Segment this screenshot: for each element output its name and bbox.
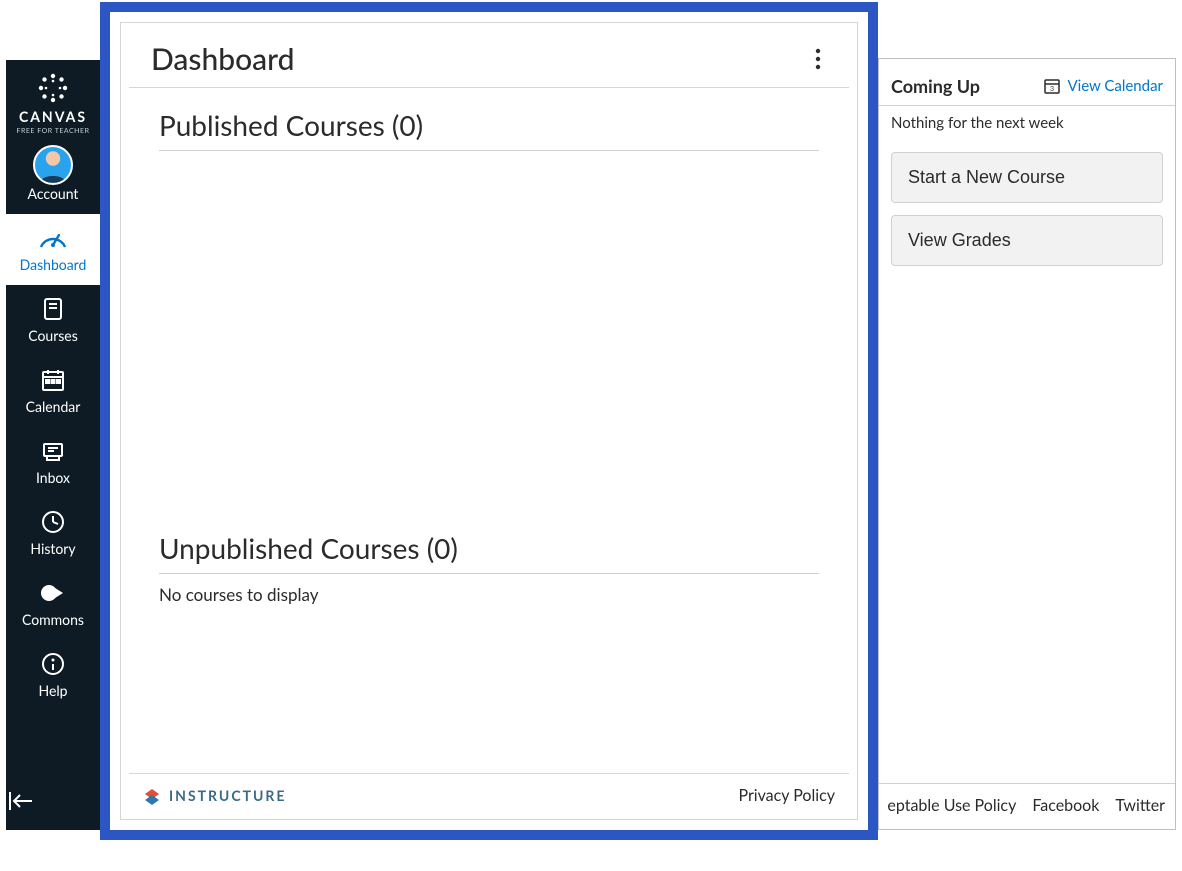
clock-icon: [6, 508, 100, 536]
unpublished-courses-heading: Unpublished Courses (0): [159, 531, 819, 574]
twitter-link[interactable]: Twitter: [1115, 796, 1165, 815]
svg-text:3: 3: [1050, 85, 1054, 93]
nav-courses[interactable]: Courses: [6, 285, 100, 356]
calendar-icon: [6, 366, 100, 394]
nav-help[interactable]: Help: [6, 640, 100, 711]
view-calendar-link[interactable]: 3 View Calendar: [1043, 77, 1163, 95]
inbox-icon: [6, 437, 100, 465]
kebab-icon: [815, 48, 821, 70]
page-title: Dashboard: [151, 41, 294, 77]
dashboard-options-button[interactable]: [809, 42, 827, 76]
dashboard-footer: INSTRUCTURE Privacy Policy: [129, 773, 849, 819]
nav-label: Calendar: [6, 398, 100, 415]
nav-inbox[interactable]: Inbox: [6, 427, 100, 498]
facebook-link[interactable]: Facebook: [1032, 796, 1099, 815]
canvas-logo-text: CANVAS: [17, 108, 90, 125]
dashboard-panel: Dashboard Published Courses (0) Unpublis…: [120, 22, 858, 820]
nav-history[interactable]: History: [6, 498, 100, 569]
nav-label: Help: [6, 682, 100, 699]
instructure-logo[interactable]: INSTRUCTURE: [143, 787, 286, 805]
nav-dashboard[interactable]: Dashboard: [6, 214, 100, 285]
nav-calendar[interactable]: Calendar: [6, 356, 100, 427]
start-new-course-button[interactable]: Start a New Course: [891, 152, 1163, 203]
nav-label: Courses: [6, 327, 100, 344]
nav-account[interactable]: Account: [6, 143, 100, 214]
right-footer-links: eptable Use Policy Facebook Twitter: [879, 783, 1175, 829]
nav-label: History: [6, 540, 100, 557]
view-calendar-text: View Calendar: [1067, 77, 1163, 95]
nav-label: Dashboard: [6, 256, 100, 273]
published-courses-empty-area: [159, 161, 819, 531]
dashboard-highlight-frame: Dashboard Published Courses (0) Unpublis…: [100, 2, 878, 840]
instructure-text: INSTRUCTURE: [169, 787, 286, 804]
no-courses-message: No courses to display: [159, 584, 819, 605]
avatar: [33, 145, 73, 185]
nav-commons[interactable]: Commons: [6, 569, 100, 640]
calendar-small-icon: 3: [1043, 77, 1061, 95]
nav-label: Account: [6, 185, 100, 202]
published-courses-heading: Published Courses (0): [159, 108, 819, 151]
canvas-logo-icon: [37, 72, 69, 104]
dashboard-body: Published Courses (0) Unpublished Course…: [121, 88, 857, 773]
instructure-icon: [143, 787, 161, 805]
nav-label: Commons: [6, 611, 100, 628]
dashboard-header: Dashboard: [129, 23, 849, 88]
book-icon: [6, 295, 100, 323]
right-sidebar: Coming Up 3 View Calendar Nothing for th…: [878, 58, 1176, 830]
canvas-logo[interactable]: CANVAS FREE FOR TEACHER: [13, 60, 94, 143]
commons-icon: [6, 579, 100, 607]
avatar-icon: [6, 153, 100, 181]
privacy-policy-link[interactable]: Privacy Policy: [738, 786, 835, 805]
canvas-logo-subtext: FREE FOR TEACHER: [17, 127, 90, 135]
acceptable-use-link[interactable]: eptable Use Policy: [887, 796, 1016, 815]
dashboard-icon: [6, 224, 100, 252]
global-nav: CANVAS FREE FOR TEACHER Account Dashboar…: [6, 60, 100, 830]
help-icon: [6, 650, 100, 678]
nothing-upcoming-text: Nothing for the next week: [879, 106, 1175, 146]
view-grades-button[interactable]: View Grades: [891, 215, 1163, 266]
collapse-nav-button[interactable]: [6, 776, 100, 830]
collapse-icon: [6, 790, 34, 812]
nav-label: Inbox: [6, 469, 100, 486]
coming-up-heading: Coming Up: [891, 75, 980, 97]
coming-up-header: Coming Up 3 View Calendar: [879, 59, 1175, 106]
